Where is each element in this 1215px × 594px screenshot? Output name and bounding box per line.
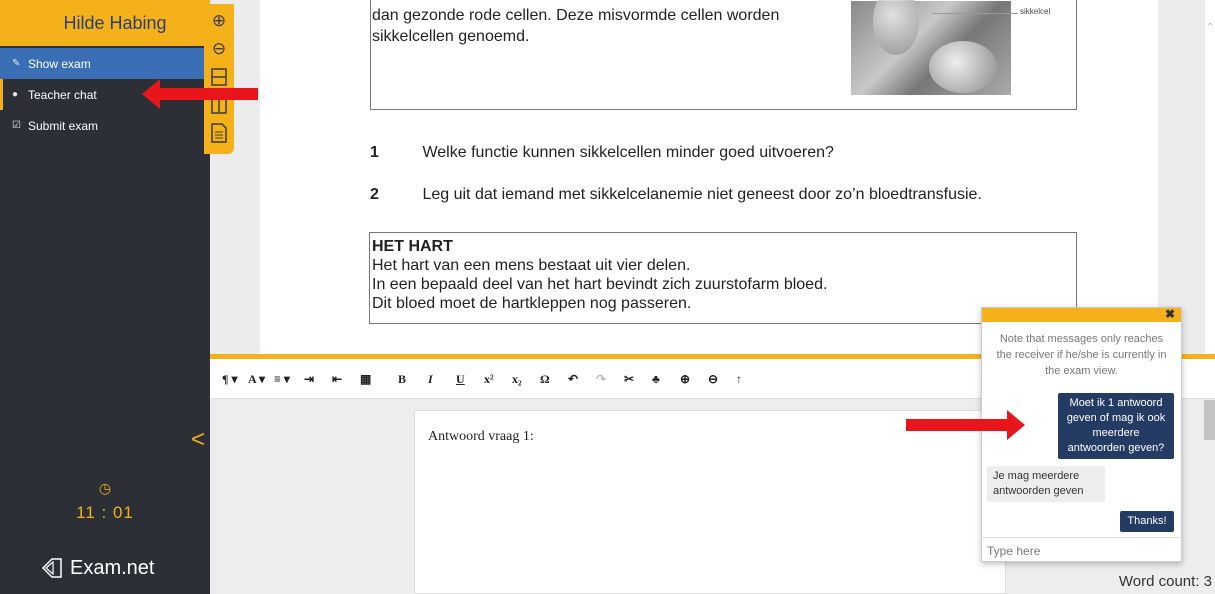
- sickle-cell-shape: [873, 0, 919, 55]
- label-pointer-line: [932, 13, 1018, 14]
- exam-app: Hilde Habing ✎ Show exam ● Teacher chat …: [0, 0, 1215, 594]
- chat-header: ✖: [982, 307, 1181, 322]
- undo-button[interactable]: ↶: [568, 359, 578, 399]
- sidebar-item-label: Teacher chat: [28, 87, 97, 102]
- clock-icon: ◷: [98, 480, 112, 496]
- align-button[interactable]: ≡ ▾: [274, 359, 290, 399]
- sidebar-item-submit-exam[interactable]: ☑ Submit exam: [0, 110, 210, 141]
- timer: ◷ 11 : 01: [0, 480, 210, 523]
- document-glyph: [211, 123, 227, 143]
- paragraph-format-button[interactable]: ¶ ▾: [222, 359, 238, 399]
- superscript-button[interactable]: x²: [484, 359, 494, 399]
- question-2: 2 Leg uit dat iemand met sikkelcelanemie…: [370, 186, 982, 204]
- question-text: Welke functie kunnen sikkelcellen minder…: [422, 144, 834, 161]
- sickle-cell-image: [851, 0, 1011, 95]
- zoom-out-icon[interactable]: ⊖: [208, 38, 230, 60]
- chat-message-student: Moet ik 1 antwoord geven of mag ik ook m…: [1058, 393, 1174, 459]
- table-button[interactable]: ▦: [360, 359, 371, 399]
- zoom-toolbar: ⊕ ⊖: [204, 4, 234, 154]
- annotation-arrow-right: [906, 410, 1025, 440]
- context-box-heart: HET HART Het hart van een mens bestaat u…: [369, 232, 1077, 324]
- sidebar-item-show-exam[interactable]: ✎ Show exam: [0, 48, 210, 79]
- context-text: dan gezonde rode cellen. Deze misvormde …: [372, 7, 780, 45]
- context-line: In een bepaald deel van het hart bevindt…: [372, 276, 828, 293]
- question-text: Leg uit dat iemand met sikkelcelanemie n…: [422, 186, 982, 203]
- question-1: 1 Welke functie kunnen sikkelcellen mind…: [370, 144, 834, 162]
- editor-scrollbar[interactable]: [1204, 400, 1215, 440]
- exam-document[interactable]: dan gezonde rode cellen. Deze misvormde …: [260, 0, 1158, 358]
- indent-button[interactable]: ⇥: [304, 359, 314, 399]
- up-arrow-button[interactable]: ↑: [736, 359, 742, 399]
- student-name: Hilde Habing: [0, 0, 210, 46]
- check-square-icon: ☑: [12, 120, 21, 131]
- zoom-out-button[interactable]: ⊖: [708, 359, 718, 399]
- bold-button[interactable]: B: [398, 359, 406, 399]
- edit-icon: ✎: [12, 58, 21, 69]
- split-horizontal-glyph: [211, 68, 227, 86]
- italic-button[interactable]: I: [428, 359, 433, 399]
- exam-net-logo: Exam.net: [40, 556, 154, 580]
- question-number: 2: [370, 186, 379, 203]
- context-line: Dit bloed moet de hartkleppen nog passer…: [372, 295, 692, 312]
- chat-message-teacher: Je mag meerdere antwoorden geven: [987, 466, 1105, 502]
- sidebar-item-label: Show exam: [28, 56, 91, 71]
- logo-text: Exam.net: [70, 556, 155, 579]
- timer-value: 11 : 01: [76, 503, 134, 522]
- chat-icon: ●: [12, 89, 19, 100]
- document-icon[interactable]: [208, 122, 230, 144]
- sidebar-item-label: Submit exam: [28, 118, 99, 133]
- context-title: HET HART: [372, 238, 453, 255]
- context-line: Het hart van een mens bestaat uit vier d…: [372, 257, 691, 274]
- split-horizontal-icon[interactable]: [208, 66, 230, 88]
- scroll-up-arrow-icon[interactable]: ⌃: [1206, 22, 1214, 33]
- chat-note: Note that messages only reaches the rece…: [996, 333, 1167, 377]
- zoom-in-icon[interactable]: ⊕: [208, 10, 230, 32]
- answer-editor[interactable]: Antwoord vraag 1:: [414, 410, 1006, 594]
- collapse-sidebar-chevron-icon[interactable]: <: [191, 426, 205, 454]
- zoom-in-button[interactable]: ⊕: [680, 359, 690, 399]
- underline-button[interactable]: U: [456, 359, 465, 399]
- context-box-sickle-cell: dan gezonde rode cellen. Deze misvormde …: [370, 0, 1077, 110]
- cut-button[interactable]: ✂: [624, 359, 634, 399]
- close-icon[interactable]: ✖: [1165, 307, 1175, 321]
- spellcheck-button[interactable]: ♣: [652, 359, 660, 399]
- word-count: Word count: 3: [1118, 573, 1212, 590]
- redo-button[interactable]: ↷: [596, 359, 606, 399]
- question-number: 1: [370, 144, 379, 161]
- annotation-arrow-left: [142, 79, 258, 109]
- special-char-button[interactable]: Ω: [540, 359, 550, 399]
- font-size-button[interactable]: A ▾: [248, 359, 265, 399]
- outdent-button[interactable]: ⇤: [332, 359, 342, 399]
- chat-input[interactable]: Type here: [982, 537, 1181, 561]
- answer-text[interactable]: Antwoord vraag 1:: [428, 429, 534, 445]
- chat-message-student: Thanks!: [1120, 511, 1174, 532]
- red-cell-shape: [929, 41, 997, 93]
- logo-icon: [41, 558, 62, 578]
- image-label: sikkelcel: [1020, 7, 1051, 16]
- subscript-button[interactable]: x₂: [512, 359, 522, 399]
